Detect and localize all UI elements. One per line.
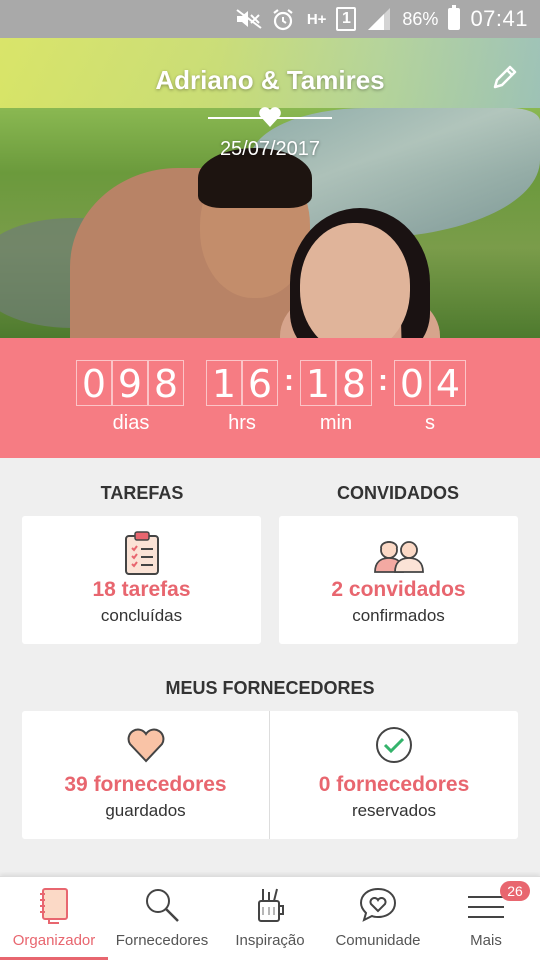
booked-vendors-subtitle: reservados	[351, 801, 437, 820]
minutes-digits: 1 8	[300, 360, 372, 406]
colon-separator: :	[378, 364, 388, 397]
minutes-label: min	[319, 412, 353, 434]
couple-name: Adriano & Tamires	[155, 65, 385, 95]
digit: 8	[336, 360, 372, 406]
booked-vendors[interactable]: 0 fornecedores reservados	[270, 711, 518, 839]
heart-icon	[126, 725, 166, 769]
photo-person-head	[300, 223, 410, 338]
days-digits: 0 9 8	[76, 360, 184, 406]
nav-label: Inspiração	[235, 932, 305, 949]
saved-vendors-subtitle: guardados	[105, 801, 186, 820]
nav-label: Mais	[470, 932, 502, 949]
signal-icon	[366, 8, 392, 30]
seconds-label: s	[425, 412, 435, 434]
digit: 1	[206, 360, 242, 406]
clock-time: 07:41	[470, 6, 528, 31]
nav-item-fornecedores[interactable]: Fornecedores	[108, 877, 216, 960]
pencil-icon[interactable]	[490, 62, 520, 92]
digit: 6	[242, 360, 278, 406]
hours-digits: 1 6	[206, 360, 278, 406]
notification-badge: 26	[500, 881, 530, 901]
check-circle-icon	[374, 725, 414, 769]
tasks-title: TAREFAS	[100, 483, 184, 503]
status-bar: H+ 1 86% 07:41	[0, 0, 540, 38]
nav-label: Fornecedores	[115, 932, 209, 949]
heart-divider-icon	[258, 106, 282, 128]
colon-separator: :	[284, 364, 294, 397]
nav-item-inspiracao[interactable]: Inspiração	[216, 877, 324, 960]
digit: 0	[76, 360, 112, 406]
network-type: H+	[306, 10, 327, 28]
digit: 9	[112, 360, 148, 406]
couple-photo-header: Adriano & Tamires 25/07/2017	[0, 38, 540, 338]
sim-icon: 1	[336, 7, 357, 31]
battery-percent: 86%	[402, 8, 439, 29]
nav-item-comunidade[interactable]: Comunidade	[324, 877, 432, 960]
digit: 0	[394, 360, 430, 406]
nav-item-organizador[interactable]: Organizador	[0, 877, 108, 960]
tasks-card[interactable]: 18 tarefas concluídas	[22, 516, 261, 644]
mute-icon	[235, 8, 262, 30]
search-icon	[142, 885, 182, 925]
booked-vendors-count: 0 fornecedores	[318, 773, 470, 796]
tasks-subtitle: concluídas	[100, 606, 183, 625]
vendors-card: 39 fornecedores guardados 0 fornecedores…	[22, 711, 518, 839]
nav-label: Organizador	[12, 932, 96, 949]
pens-cup-icon	[250, 885, 290, 925]
notebook-icon	[34, 885, 74, 925]
tasks-count: 18 tarefas	[92, 578, 191, 601]
couple-icon	[373, 530, 425, 574]
days-label: dias	[112, 412, 150, 434]
guests-count: 2 convidados	[331, 578, 466, 601]
guests-subtitle: confirmados	[352, 606, 445, 625]
seconds-digits: 0 4	[394, 360, 466, 406]
vendors-title: MEUS FORNECEDORES	[165, 678, 375, 698]
chat-heart-icon	[358, 885, 398, 925]
guests-card[interactable]: 2 convidados confirmados	[279, 516, 518, 644]
digit: 4	[430, 360, 466, 406]
digit: 8	[148, 360, 184, 406]
digit: 1	[300, 360, 336, 406]
guests-title: CONVIDADOS	[336, 483, 459, 503]
alarm-icon	[271, 8, 297, 31]
sim-number: 1	[341, 10, 351, 27]
saved-vendors[interactable]: 39 fornecedores guardados	[22, 711, 269, 839]
nav-item-mais[interactable]: 26 Mais	[432, 877, 540, 960]
wedding-countdown: 0 9 8 1 6 : 1 8 : 0 4 dias hrs min s	[0, 338, 540, 458]
saved-vendors-count: 39 fornecedores	[64, 773, 227, 796]
nav-label: Comunidade	[335, 932, 421, 949]
battery-icon	[448, 5, 461, 30]
hours-label: hrs	[228, 412, 256, 434]
bottom-navigation: Organizador Fornecedores Inspiração Comu…	[0, 876, 540, 960]
clipboard-icon	[122, 530, 162, 575]
wedding-date: 25/07/2017	[219, 138, 321, 160]
